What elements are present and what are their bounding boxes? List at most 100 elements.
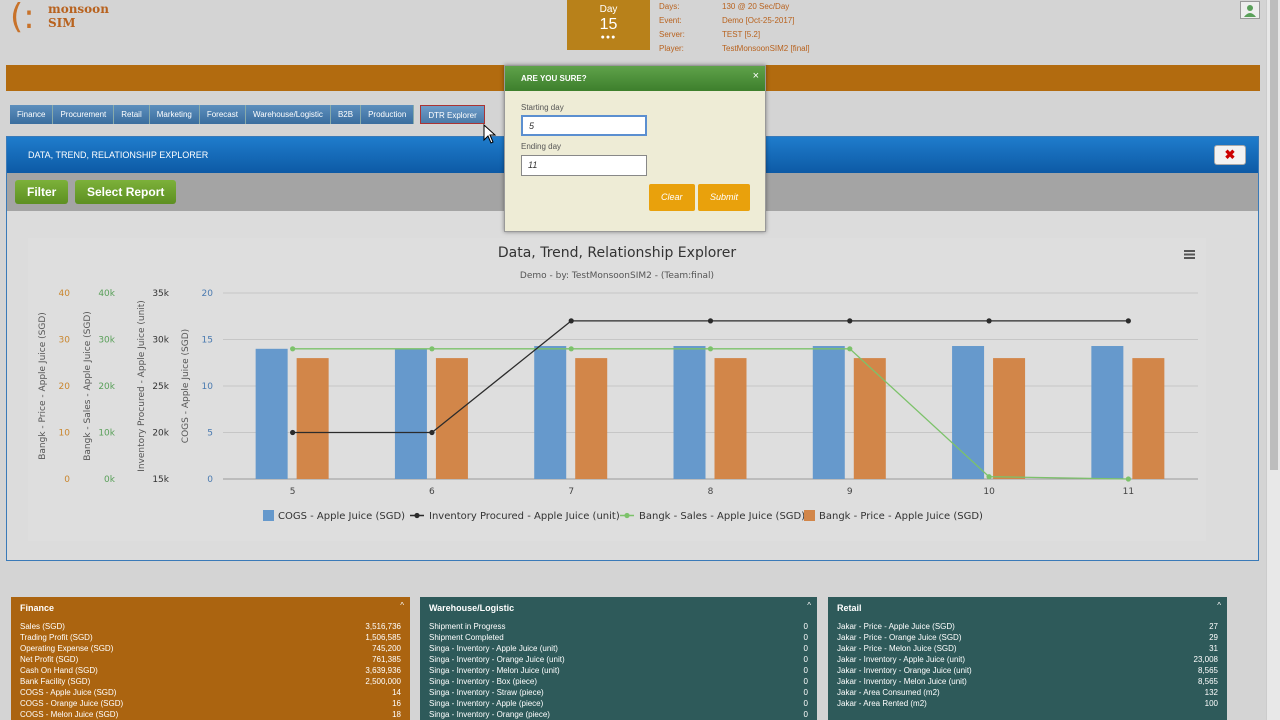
summary-row: Jakar - Price - Apple Juice (SGD) 27 (837, 621, 1218, 632)
summary-row-value: 0 (803, 655, 808, 664)
summary-row-label: Jakar - Price - Apple Juice (SGD) (837, 622, 955, 631)
y-tick-label: 15k (152, 475, 169, 485)
bar-price (993, 358, 1026, 479)
scrollbar-thumb[interactable] (1270, 0, 1278, 470)
info-value-days: 130 @ 20 Sec/Day (722, 2, 790, 11)
tab-marketing[interactable]: Marketing (149, 105, 200, 124)
tab-forecast[interactable]: Forecast (199, 105, 246, 124)
y-axis-label: Inventory Procured - Apple Juice (unit) (137, 300, 147, 472)
summary-row: Net Profit (SGD) 761,385 (20, 654, 401, 665)
sales-point (290, 346, 296, 352)
y-tick-label: 0 (64, 475, 70, 485)
bar-cogs (673, 346, 706, 479)
tab-dtr-explorer[interactable]: DTR Explorer (420, 105, 485, 124)
legend-label: Inventory Procured - Apple Juice (unit) (429, 511, 620, 522)
summary-row: Cash On Hand (SGD) 3,639,936 (20, 665, 401, 676)
legend-swatch-point (624, 512, 630, 519)
summary-row: Singa - Inventory - Straw (piece) 0 (429, 687, 808, 698)
x-tick-label: 6 (429, 487, 435, 497)
x-tick-label: 9 (847, 487, 853, 497)
summary-row: Jakar - Inventory - Melon Juice (unit) 8,… (837, 676, 1218, 687)
info-key-days: Days: (659, 2, 680, 11)
summary-row: Singa - Inventory - Orange (piece) 0 (429, 709, 808, 720)
y-tick-label: 20 (202, 289, 214, 299)
summary-row-value: 3,639,936 (365, 666, 401, 675)
tab-production[interactable]: Production (361, 105, 415, 124)
dialog-close-icon[interactable]: × (753, 70, 759, 82)
panel-close-button[interactable]: ✖ (1214, 145, 1246, 165)
summary-row: Operating Expense (SGD) 745,200 (20, 643, 401, 654)
x-tick-label: 10 (983, 487, 995, 497)
summary-row-value: 0 (803, 633, 808, 642)
summary-row-label: Cash On Hand (SGD) (20, 666, 98, 675)
summary-row-value: 100 (1204, 699, 1218, 708)
y-tick-label: 20 (59, 382, 71, 392)
session-info: Days: 130 @ 20 Sec/Day Event: Demo [Oct-25… (659, 0, 810, 56)
summary-row: Jakar - Area Consumed (m2) 132 (837, 687, 1218, 698)
summary-row: Jakar - Inventory - Apple Juice (unit) 23… (837, 654, 1218, 665)
sales-point (707, 346, 714, 352)
starting-day-input[interactable]: 5 (521, 115, 647, 136)
summary-row-value: 8,565 (1197, 666, 1218, 675)
summary-row-label: Singa - Inventory - Orange Juice (unit) (429, 655, 565, 664)
y-tick-label: 10k (98, 429, 115, 439)
summary-row-label: Jakar - Price - Melon Juice (SGD) (837, 644, 957, 653)
summary-row-value: 0 (803, 688, 808, 697)
summary-row-label: COGS - Orange Juice (SGD) (20, 699, 124, 708)
retail-box-title: Retail (837, 603, 862, 613)
page-scrollbar[interactable] (1266, 0, 1280, 720)
y-tick-label: 20k (152, 429, 169, 439)
legend-swatch-point (414, 512, 420, 519)
select-report-button[interactable]: Select Report (75, 180, 177, 204)
summary-row-value: 0 (803, 699, 808, 708)
summary-row: Trading Profit (SGD) 1,506,585 (20, 632, 401, 643)
bar-cogs (1091, 346, 1124, 479)
summary-row: Singa - Inventory - Orange Juice (unit) 0 (429, 654, 808, 665)
summary-row-value: 8,565 (1197, 677, 1218, 686)
chart-menu-icon (1184, 250, 1195, 252)
retail-summary-box: Retail ^ Jakar - Price - Apple Juice (SG… (828, 597, 1227, 720)
y-tick-label: 30 (59, 336, 71, 346)
ending-day-input[interactable]: 11 (521, 155, 647, 176)
tab-procurement[interactable]: Procurement (53, 105, 115, 124)
summary-row: Shipment Completed 0 (429, 632, 808, 643)
tab-finance[interactable]: Finance (10, 105, 54, 124)
summary-row-value: 1,506,585 (365, 633, 401, 642)
y-tick-label: 0 (207, 475, 213, 485)
submit-button[interactable]: Submit (698, 184, 751, 211)
inventory-point (290, 429, 296, 436)
y-tick-label: 10 (59, 429, 71, 439)
chart-title: Data, Trend, Relationship Explorer (498, 245, 736, 261)
summary-row: Singa - Inventory - Apple Juice (unit) 0 (429, 643, 808, 654)
summary-row: Singa - Inventory - Box (piece) 0 (429, 676, 808, 687)
collapse-icon[interactable]: ^ (1217, 601, 1221, 610)
summary-row-label: Net Profit (SGD) (20, 655, 79, 664)
warehouse-summary-box: Warehouse/Logistic ^ Shipment in Progres… (420, 597, 817, 720)
summary-row-value: 132 (1204, 688, 1218, 697)
y-tick-label: 30k (98, 336, 115, 346)
summary-row-label: Jakar - Price - Orange Juice (SGD) (837, 633, 962, 642)
summary-row-label: Jakar - Inventory - Melon Juice (unit) (837, 677, 967, 686)
inventory-point (986, 318, 992, 324)
tab-warehouse-logistic[interactable]: Warehouse/Logistic (245, 105, 331, 124)
collapse-icon[interactable]: ^ (807, 601, 811, 610)
summary-row: Singa - Inventory - Melon Juice (unit) 0 (429, 665, 808, 676)
clear-button[interactable]: Clear (649, 184, 695, 211)
tab-b2b[interactable]: B2B (330, 105, 362, 124)
summary-row-label: Sales (SGD) (20, 622, 65, 631)
info-value-event: Demo [Oct-25-2017] (722, 16, 795, 25)
y-tick-label: 15 (202, 336, 213, 346)
day-counter: Day 15 ●●● (567, 0, 650, 50)
tab-retail[interactable]: Retail (114, 105, 150, 124)
summary-row-label: Bank Facility (SGD) (20, 677, 91, 686)
legend-label: Bangk - Price - Apple Juice (SGD) (819, 511, 983, 522)
finance-summary-box: Finance ^ Sales (SGD) 3,516,736 Trading Pr… (11, 597, 410, 720)
summary-row: Bank Facility (SGD) 2,500,000 (20, 676, 401, 687)
summary-row-value: 0 (803, 666, 808, 675)
collapse-icon[interactable]: ^ (400, 601, 404, 610)
bar-price (435, 358, 468, 479)
summary-row-value: 0 (803, 622, 808, 631)
summary-row-label: Singa - Inventory - Apple (piece) (429, 699, 544, 708)
user-icon[interactable] (1240, 1, 1260, 19)
filter-button[interactable]: Filter (15, 180, 69, 204)
